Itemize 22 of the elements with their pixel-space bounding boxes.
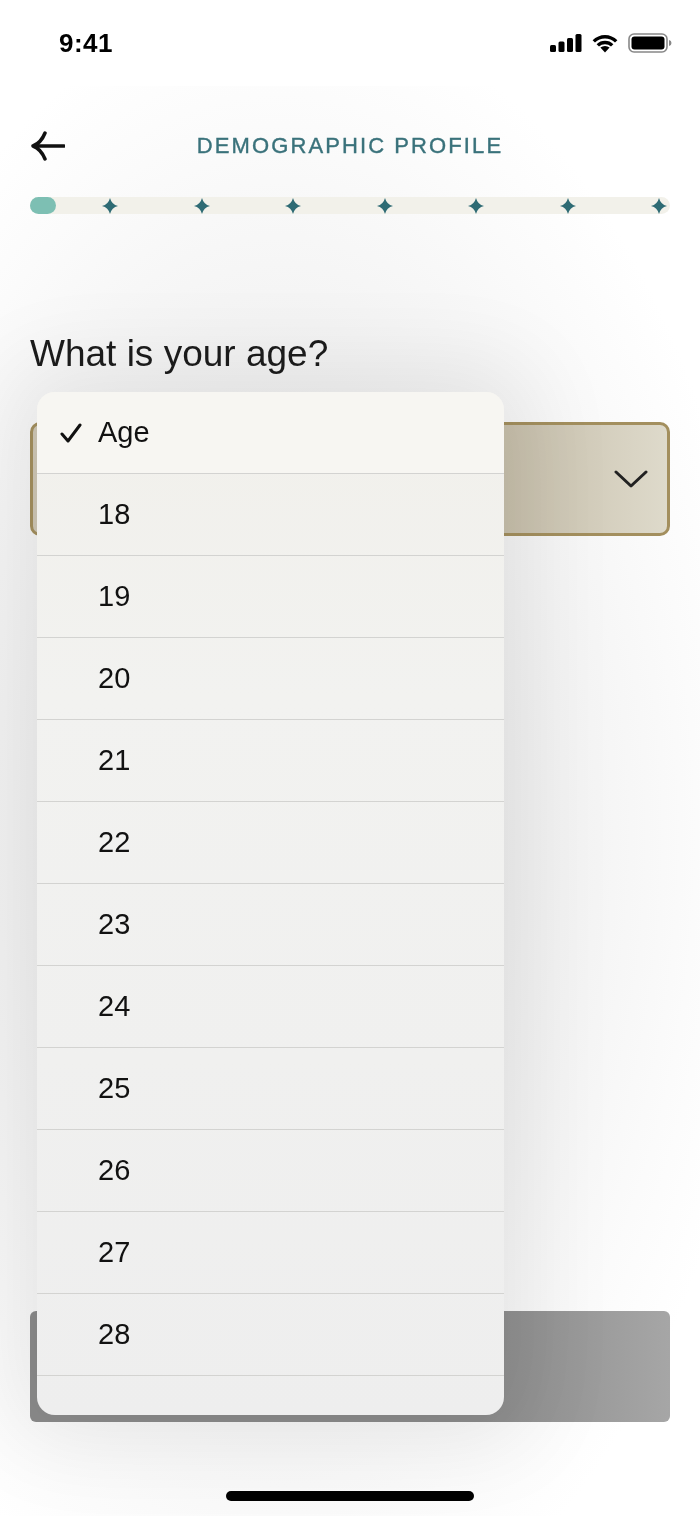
dropdown-option[interactable]: 27 (37, 1212, 504, 1294)
dropdown-option[interactable]: 28 (37, 1294, 504, 1376)
question-text: What is your age? (30, 333, 329, 375)
checkmark-icon (60, 422, 82, 443)
back-arrow-icon (30, 131, 65, 161)
battery-icon (628, 33, 672, 53)
screen-title: DEMOGRAPHIC PROFILE (196, 133, 504, 159)
dropdown-option[interactable]: 21 (37, 720, 504, 802)
dropdown-option[interactable]: 19 (37, 556, 504, 638)
back-button[interactable] (30, 131, 65, 161)
dropdown-option[interactable]: 25 (37, 1048, 504, 1130)
signal-icon (550, 34, 582, 52)
dropdown-option[interactable]: 24 (37, 966, 504, 1048)
dropdown-option[interactable]: 26 (37, 1130, 504, 1212)
dropdown-option[interactable]: 23 (37, 884, 504, 966)
dropdown-option[interactable]: Age (37, 392, 504, 474)
chevron-down-icon (614, 470, 648, 488)
wifi-icon (591, 33, 619, 53)
dropdown-option[interactable]: 22 (37, 802, 504, 884)
dropdown-option[interactable]: 20 (37, 638, 504, 720)
dropdown-option[interactable]: 18 (37, 474, 504, 556)
status-time: 9:41 (59, 27, 114, 59)
